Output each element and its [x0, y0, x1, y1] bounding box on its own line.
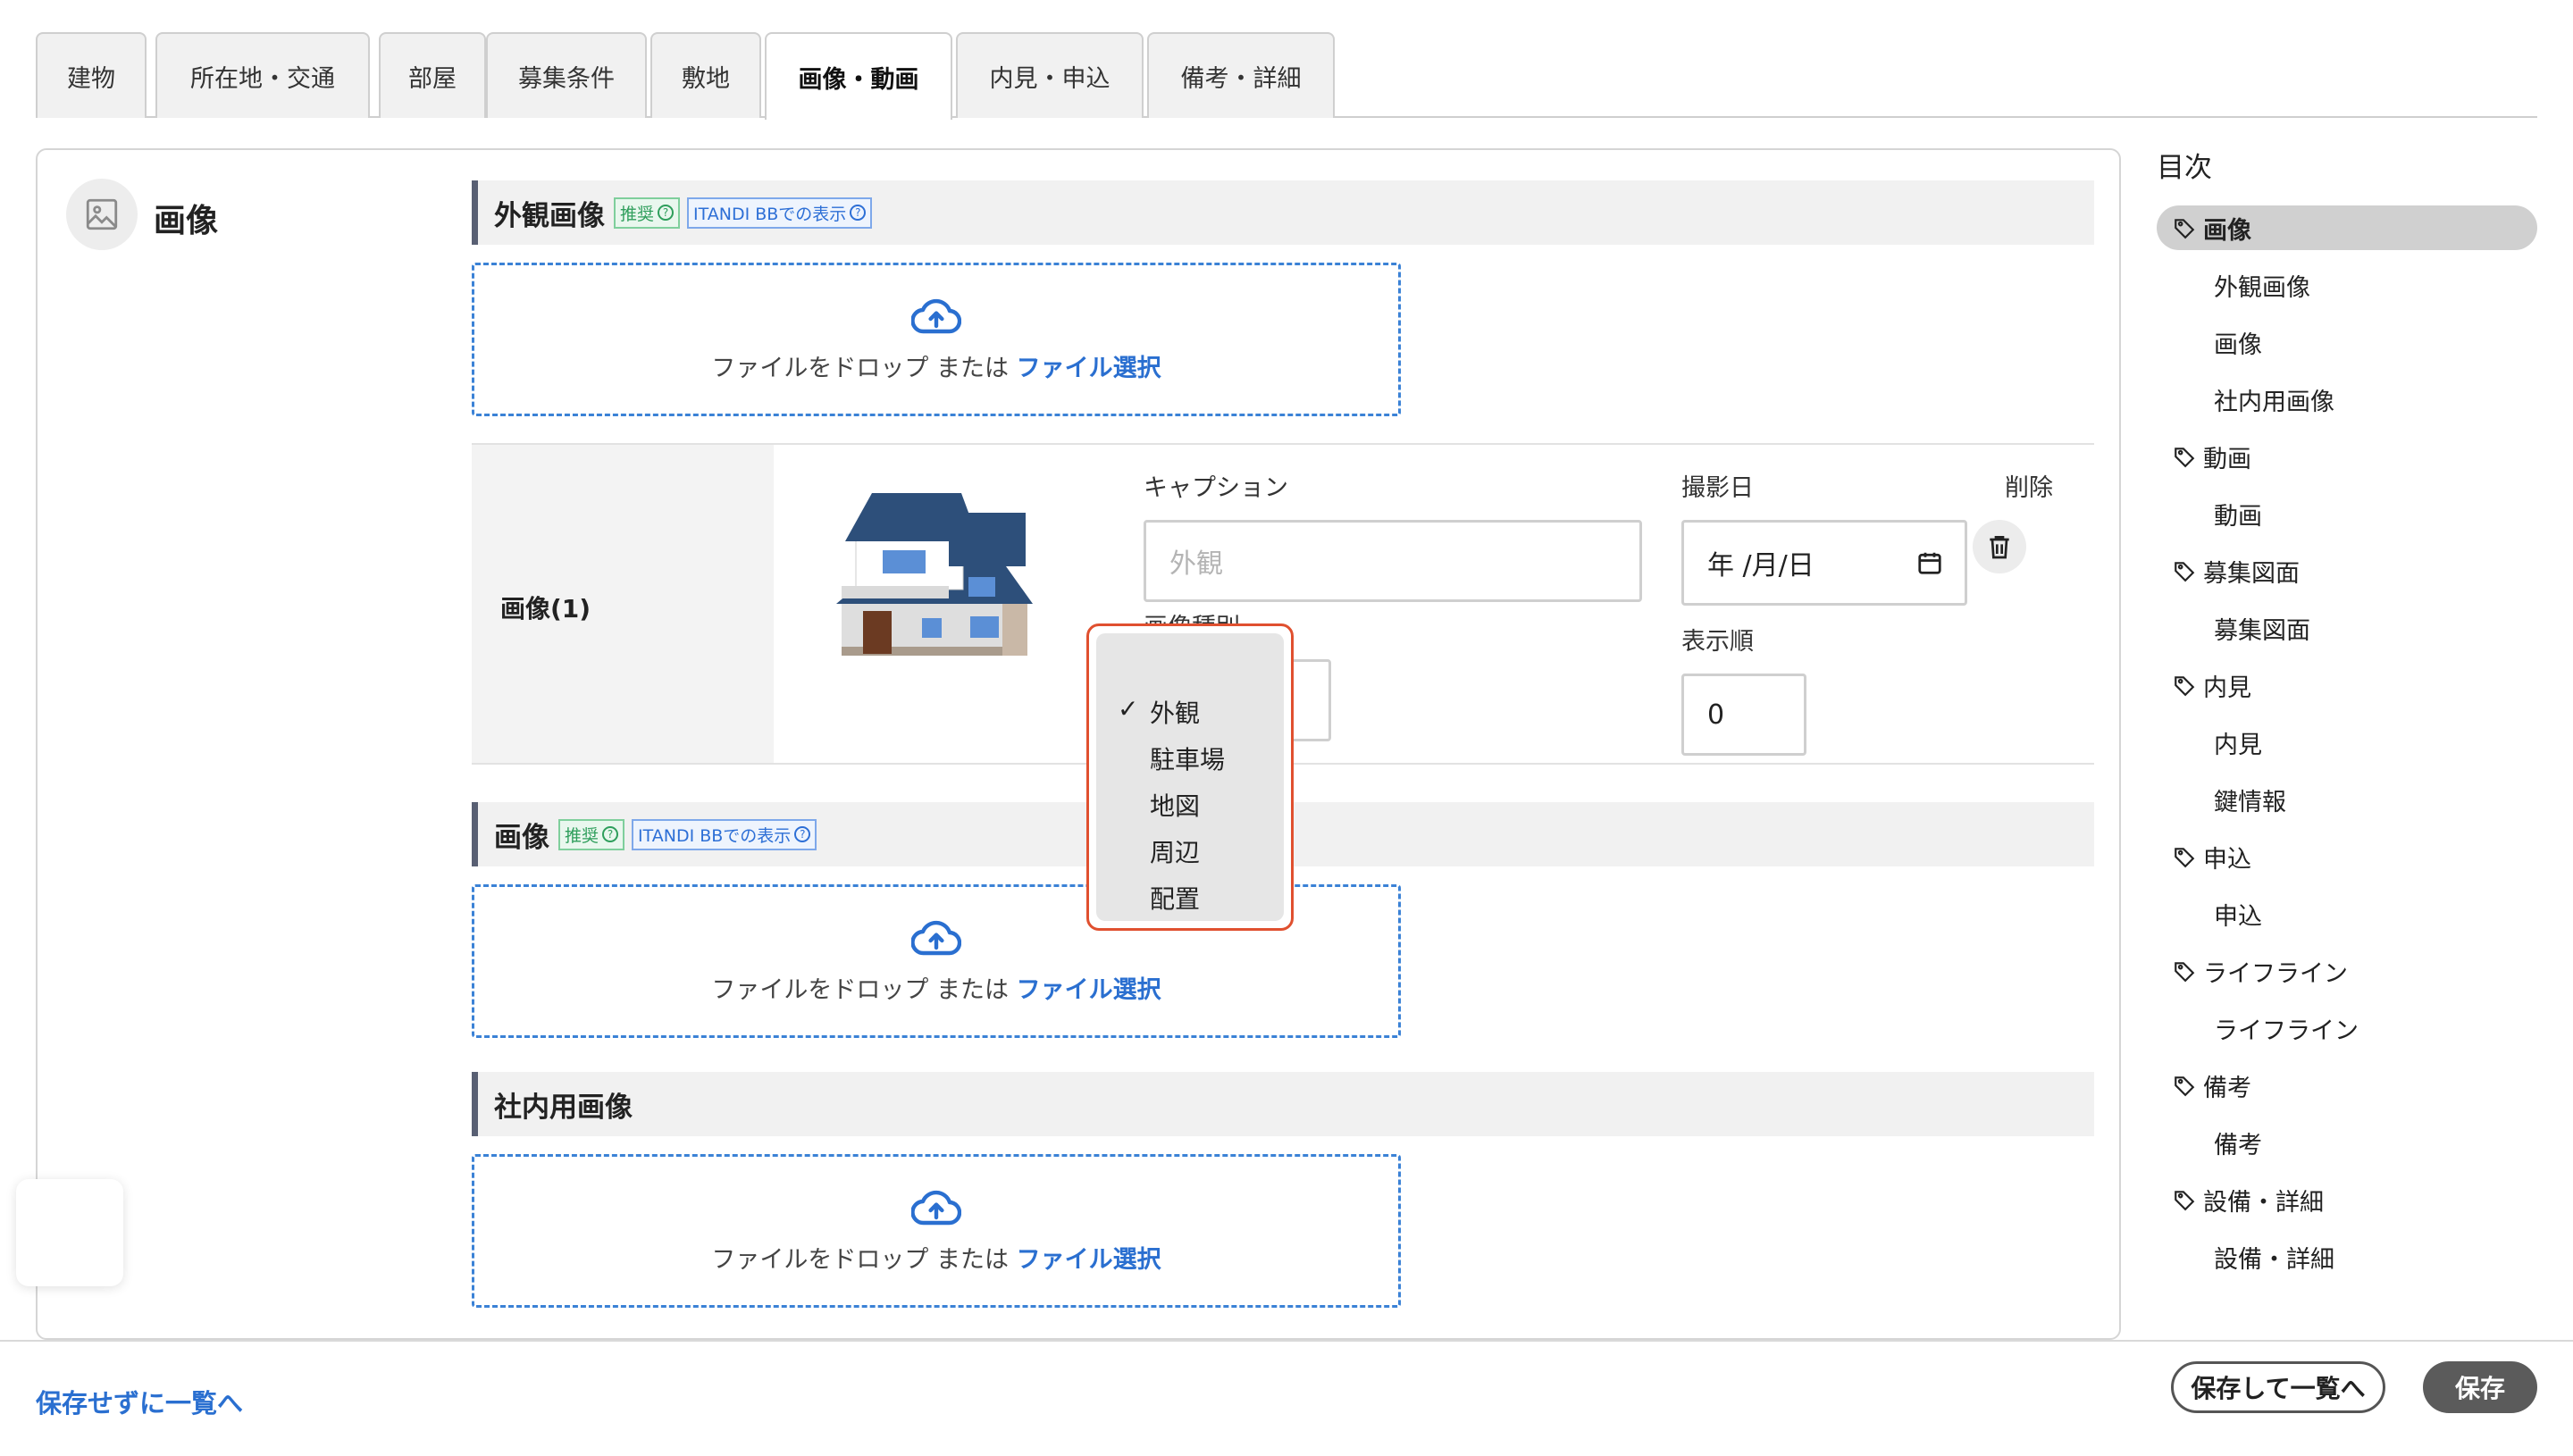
toc-item-images-sub[interactable]: 画像 [2157, 320, 2262, 364]
itandi-display-badge[interactable]: ITANDI BBでの表示? [687, 197, 873, 229]
floating-widget[interactable] [16, 1179, 123, 1286]
calendar-icon[interactable] [1916, 549, 1943, 576]
trash-icon [1990, 536, 2009, 559]
tag-icon [2175, 562, 2195, 582]
footer-bar: 保存せずに一覧へ 保存して一覧へ 保存 [0, 1340, 2573, 1456]
toc-item-internal-images[interactable]: 社内用画像 [2157, 377, 2334, 422]
house-thumbnail [836, 493, 1033, 656]
recommended-badge: 推奨? [558, 818, 625, 850]
save-and-list-button[interactable]: 保存して一覧へ [2171, 1361, 2385, 1413]
toc-item-equipment-details[interactable]: 設備・詳細 [2157, 1177, 2324, 1222]
itandi-display-badge[interactable]: ITANDI BBでの表示? [632, 818, 817, 850]
tab-location-transport[interactable]: 所在地・交通 [155, 32, 370, 118]
section-title: 画像 [154, 203, 219, 239]
help-icon: ? [602, 826, 619, 842]
toc-item-recruitment-drawing-sub[interactable]: 募集図面 [2157, 606, 2310, 650]
toc-item-notes-sub[interactable]: 備考 [2157, 1120, 2262, 1165]
save-button[interactable]: 保存 [2423, 1361, 2537, 1413]
tab-notes-details[interactable]: 備考・詳細 [1147, 32, 1335, 118]
image-type-dropdown: ✓ 外観 駐車場 地図 周辺 配置 [1086, 623, 1294, 931]
file-select-link[interactable]: ファイル選択 [1017, 1246, 1161, 1274]
toc-title: 目次 [2157, 152, 2212, 184]
tab-room[interactable]: 部屋 [379, 32, 486, 118]
shooting-date-label: 撮影日 [1681, 474, 1754, 502]
dropdown-option-map[interactable]: 地図 [1096, 787, 1284, 823]
caption-input[interactable]: 外観 [1144, 520, 1642, 602]
file-select-link[interactable]: ファイル選択 [1017, 976, 1161, 1004]
caption-label: キャプション [1144, 474, 1288, 502]
exterior-dropzone[interactable]: ファイルをドロップ または ファイル選択 [472, 263, 1401, 416]
toc-item-images[interactable]: 画像 [2157, 205, 2537, 250]
tab-viewing-application[interactable]: 内見・申込 [956, 32, 1144, 118]
toc-item-recruitment-drawing[interactable]: 募集図面 [2157, 548, 2300, 593]
tag-icon [2175, 448, 2195, 468]
tab-building[interactable]: 建物 [36, 32, 147, 118]
display-order-input[interactable]: 0 [1681, 674, 1806, 756]
shooting-date-input[interactable]: 年 /月/日 [1681, 520, 1967, 606]
tab-images-video[interactable]: 画像・動画 [765, 32, 952, 120]
toc-item-viewing-sub[interactable]: 内見 [2157, 720, 2262, 765]
tag-icon [2175, 676, 2195, 697]
toc-item-lifeline[interactable]: ライフライン [2157, 949, 2348, 993]
image-item-label: 画像(1) [500, 594, 591, 623]
tab-bar: 建物 所在地・交通 部屋 募集条件 敷地 画像・動画 内見・申込 備考・詳細 [36, 32, 2537, 120]
toc-item-notes[interactable]: 備考 [2157, 1063, 2251, 1108]
toc-item-key-info[interactable]: 鍵情報 [2157, 777, 2286, 822]
tag-icon [2175, 962, 2195, 983]
toc-item-video[interactable]: 動画 [2157, 434, 2251, 479]
tag-icon [2175, 1191, 2195, 1211]
dropdown-option-layout[interactable]: 配置 [1096, 880, 1284, 916]
tab-site[interactable]: 敷地 [650, 32, 761, 118]
dropdown-option-parking[interactable]: 駐車場 [1096, 741, 1284, 776]
dropdown-option-surroundings[interactable]: 周辺 [1096, 833, 1284, 869]
toc-item-exterior-images[interactable]: 外観画像 [2157, 263, 2310, 307]
image-icon [66, 179, 138, 250]
toc-item-lifeline-sub[interactable]: ライフライン [2157, 1006, 2359, 1050]
delete-button[interactable] [1973, 520, 2026, 573]
cloud-upload-icon [911, 920, 961, 955]
dropdown-option-exterior[interactable]: ✓ 外観 [1096, 694, 1284, 730]
file-select-link[interactable]: ファイル選択 [1017, 355, 1161, 382]
exterior-images-header: 外観画像 推奨? ITANDI BBでの表示? [472, 180, 2094, 245]
cloud-upload-icon [911, 1190, 961, 1225]
back-without-saving-link[interactable]: 保存せずに一覧へ [36, 1383, 243, 1420]
internal-dropzone[interactable]: ファイルをドロップ または ファイル選択 [472, 1154, 1401, 1308]
tag-icon [2175, 219, 2195, 239]
toc-item-viewing[interactable]: 内見 [2157, 663, 2251, 707]
toc-item-application-sub[interactable]: 申込 [2157, 891, 2262, 936]
toc-item-application[interactable]: 申込 [2157, 834, 2251, 879]
help-icon: ? [658, 205, 675, 221]
recommended-badge: 推奨? [614, 197, 681, 229]
display-order-label: 表示順 [1681, 628, 1754, 656]
delete-label: 削除 [2005, 474, 2053, 502]
tag-icon [2175, 1076, 2195, 1097]
toc-item-equipment-details-sub[interactable]: 設備・詳細 [2157, 1234, 2334, 1279]
tab-recruitment-conditions[interactable]: 募集条件 [486, 32, 647, 118]
image-section-card: 画像 外観画像 推奨? ITANDI BBでの表示? ファイルをドロップ または… [36, 148, 2121, 1340]
internal-images-header: 社内用画像 [472, 1072, 2094, 1136]
check-icon: ✓ [1118, 694, 1139, 724]
help-icon: ? [850, 205, 867, 221]
help-icon: ? [794, 826, 811, 842]
cloud-upload-icon [911, 298, 961, 333]
toc-item-video-sub[interactable]: 動画 [2157, 491, 2262, 536]
tag-icon [2175, 848, 2195, 868]
